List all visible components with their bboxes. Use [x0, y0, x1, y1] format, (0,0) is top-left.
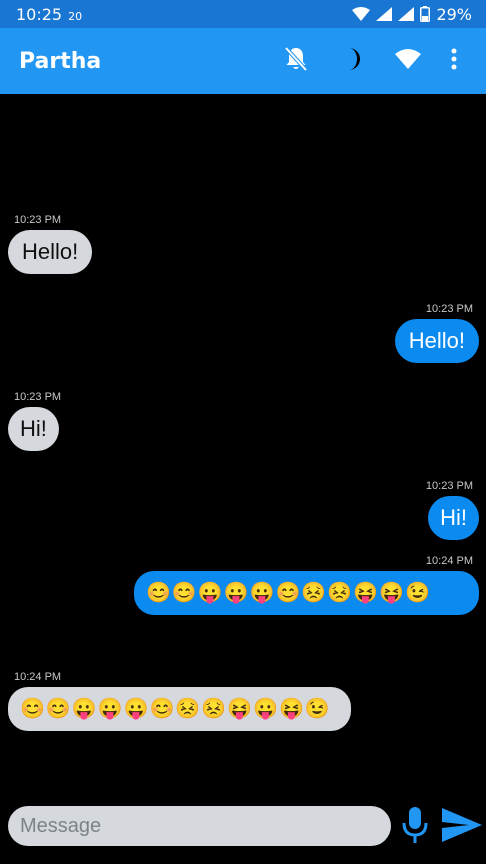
voice-input-button[interactable] — [398, 806, 432, 848]
chat-title: Partha — [19, 48, 102, 74]
cell-signal-icon — [376, 7, 393, 21]
message-time: 10:23 PM — [425, 480, 473, 492]
message-outgoing: 10:23 PM Hello! — [394, 303, 479, 363]
compose-bar — [0, 800, 486, 856]
wifi-icon — [395, 49, 421, 73]
cell-signal-2-icon — [398, 7, 415, 21]
message-time: 10:23 PM — [14, 214, 62, 226]
message-time: 10:24 PM — [425, 555, 473, 567]
send-button[interactable] — [440, 806, 484, 848]
send-icon — [441, 807, 483, 847]
message-input[interactable] — [8, 806, 391, 846]
wifi-signal-icon — [352, 7, 371, 21]
battery-icon — [420, 6, 431, 22]
message-outgoing: 10:24 PM 😊😊😛😛😛😊😣😣😝😝😉 — [134, 555, 479, 615]
status-clock-extra: 20 — [68, 9, 83, 23]
bell-off-icon — [284, 46, 308, 76]
message-incoming: 10:24 PM 😊😊😛😛😛😊😣😣😝😛😝😉 — [8, 671, 351, 731]
message-time: 10:23 PM — [425, 303, 473, 315]
battery-percent: 29% — [436, 4, 472, 24]
status-clock: 10:25 — [16, 4, 63, 24]
status-icons: 29% — [352, 5, 472, 24]
status-time: 10:25 20 — [16, 5, 82, 24]
more-vert-icon — [451, 48, 457, 74]
app-bar: Partha — [0, 28, 486, 94]
message-time: 10:24 PM — [14, 671, 62, 683]
message-bubble[interactable]: Hello! — [8, 230, 93, 274]
message-incoming: 10:23 PM Hello! — [8, 214, 93, 274]
message-bubble[interactable]: Hello! — [394, 319, 479, 363]
wifi-button[interactable] — [380, 33, 436, 89]
mute-button[interactable] — [268, 33, 324, 89]
status-bar: 10:25 20 29% — [0, 0, 486, 28]
moon-icon — [341, 47, 363, 75]
dark-mode-button[interactable] — [324, 33, 380, 89]
message-bubble[interactable]: Hi! — [428, 496, 479, 540]
message-incoming: 10:23 PM Hi! — [8, 391, 61, 451]
more-options-button[interactable] — [436, 33, 472, 89]
message-bubble[interactable]: Hi! — [8, 407, 59, 451]
mic-icon — [401, 806, 429, 848]
app-actions — [268, 33, 472, 89]
message-bubble[interactable]: 😊😊😛😛😛😊😣😣😝😛😝😉 — [8, 687, 351, 731]
message-time: 10:23 PM — [14, 391, 62, 403]
message-bubble[interactable]: 😊😊😛😛😛😊😣😣😝😝😉 — [134, 571, 479, 615]
message-list[interactable]: 10:23 PM Hello! 10:23 PM Hello! 10:23 PM… — [0, 94, 486, 794]
message-outgoing: 10:23 PM Hi! — [426, 480, 479, 540]
